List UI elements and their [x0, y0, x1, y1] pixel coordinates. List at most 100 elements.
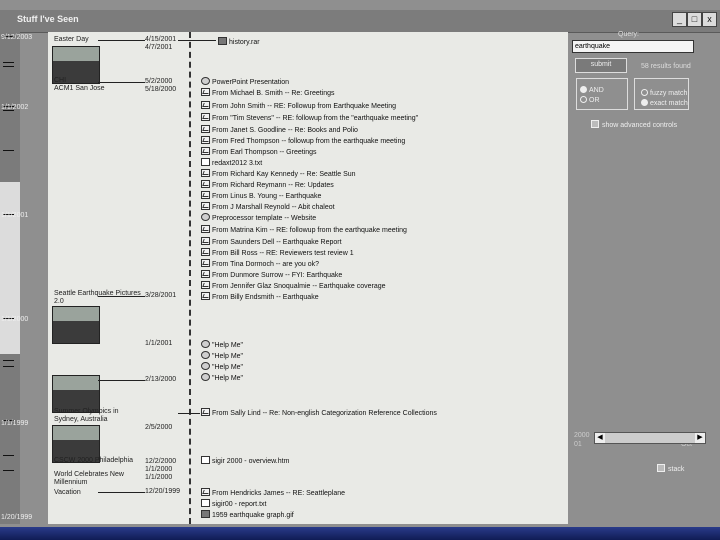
result-item-label: From Earl Thompson -- Greetings: [212, 149, 317, 156]
result-item[interactable]: From Saunders Dell -- Earthquake Report: [201, 237, 342, 247]
result-item[interactable]: From J Marshall Reynold -- Abit chaleot: [201, 202, 335, 212]
connector-line: [178, 40, 216, 41]
result-item[interactable]: "Help Me": [201, 373, 243, 383]
fuzzy-match-radio[interactable]: fuzzy match: [641, 89, 687, 97]
or-radio[interactable]: OR: [580, 96, 600, 104]
result-item[interactable]: PowerPoint Presentation: [201, 77, 289, 87]
submit-button[interactable]: submit: [575, 58, 627, 73]
maximize-button[interactable]: □: [687, 12, 702, 27]
result-item[interactable]: From Tina Dormoch -- are you ok?: [201, 259, 319, 269]
item-date: 12/20/1999: [145, 488, 181, 495]
item-date: 2/13/2000: [145, 376, 177, 383]
result-item[interactable]: Preprocessor template -- Website: [201, 213, 316, 223]
landmark-caption: CHI ACM1 San Jose: [54, 77, 105, 92]
stack-label: stack: [668, 466, 685, 473]
landmark-photo[interactable]: [52, 306, 100, 344]
document-icon: [201, 158, 210, 166]
result-item[interactable]: From Janet S. Goodline -- Re: Books and …: [201, 125, 358, 135]
result-item-label: From Saunders Dell -- Earthquake Report: [212, 239, 342, 246]
email-icon: [201, 225, 210, 233]
result-item[interactable]: From Sally Lind -- Re: Non-english Categ…: [201, 408, 437, 418]
result-item[interactable]: From Linus B. Young -- Earthquake: [201, 191, 321, 201]
advanced-label: show advanced controls: [602, 122, 678, 129]
minimize-button[interactable]: _: [672, 12, 687, 27]
slider-right-arrow-icon[interactable]: ▶: [695, 433, 705, 443]
query-label: Query:: [618, 31, 640, 38]
document-icon: [201, 456, 210, 464]
email-icon: [201, 237, 210, 245]
result-item[interactable]: redaxt2012 3.txt: [201, 158, 262, 168]
email-icon: [201, 136, 210, 144]
result-item[interactable]: history.rar: [218, 37, 260, 47]
result-item[interactable]: From Billy Endsmith -- Earthquake: [201, 292, 319, 302]
result-item-label: From Matrina Kim -- RE: followup from th…: [212, 227, 407, 234]
web-page-icon: [201, 351, 210, 359]
landmark-caption: Summer Olympics in Sydney, Australia: [54, 408, 119, 423]
exact-match-radio[interactable]: exact match: [641, 99, 688, 107]
result-item-label: From Billy Endsmith -- Earthquake: [212, 294, 319, 301]
result-item[interactable]: From Richard Kay Kennedy -- Re: Seattle …: [201, 169, 356, 179]
result-item[interactable]: "Help Me": [201, 362, 243, 372]
email-icon: [201, 180, 210, 188]
timeline-date-label: 1/1/1999: [1, 420, 29, 427]
landmark-caption: Easter Day: [54, 36, 89, 43]
result-item-label: From Bill Ross -- RE: Reviewers test rev…: [212, 250, 354, 257]
result-item[interactable]: "Help Me": [201, 340, 243, 350]
connector-line: [98, 40, 145, 41]
result-item[interactable]: From Matrina Kim -- RE: followup from th…: [201, 225, 407, 235]
web-page-icon: [201, 340, 210, 348]
close-button[interactable]: x: [702, 12, 717, 27]
date-range-slider[interactable]: ◀ ▶: [594, 432, 706, 444]
advanced-controls-toggle[interactable]: show advanced controls: [591, 120, 677, 129]
and-radio[interactable]: AND: [580, 86, 604, 94]
email-icon: [201, 113, 210, 121]
query-input[interactable]: [572, 40, 694, 53]
result-item[interactable]: From Dunmore Surrow -- FYI: Earthquake: [201, 270, 342, 280]
item-date: 4/7/2001: [145, 44, 173, 51]
email-icon: [201, 88, 210, 96]
exact-label: exact match: [650, 100, 688, 107]
result-item-label: "Help Me": [212, 342, 244, 349]
title-bar: Stuff I've Seen _ □ x: [0, 10, 720, 33]
result-item[interactable]: From Earl Thompson -- Greetings: [201, 147, 317, 157]
result-item[interactable]: sigir 2000 - overview.htm: [201, 456, 289, 466]
connector-line: [98, 380, 145, 381]
email-icon: [201, 292, 210, 300]
landmark-caption: Seattle Earthquake Pictures 2.0: [54, 290, 141, 305]
email-icon: [201, 191, 210, 199]
timeline-tick: [3, 150, 14, 151]
result-item[interactable]: From Richard Reymann -- Re: Updates: [201, 180, 334, 190]
timeline-tick: [3, 470, 14, 471]
timeline-date-label: 1/20/1999: [1, 514, 33, 521]
window-title: Stuff I've Seen: [17, 14, 79, 24]
connector-line: [98, 492, 145, 493]
result-item[interactable]: From "Tim Stevens" -- RE: followup from …: [201, 113, 418, 123]
result-item[interactable]: From Michael B. Smith -- Re: Greetings: [201, 88, 335, 98]
stack-toggle[interactable]: stack: [657, 464, 684, 473]
image-file-icon: [218, 37, 227, 45]
or-label: OR: [589, 97, 600, 104]
result-item[interactable]: From Jennifer Glaz Snoqualmie -- Earthqu…: [201, 281, 386, 291]
timeline-tick: [3, 366, 14, 367]
result-item[interactable]: 1959 earthquake graph.gif: [201, 510, 294, 520]
result-item[interactable]: From John Smith -- RE: Followup from Ear…: [201, 101, 396, 111]
result-item[interactable]: sigir00 - report.txt: [201, 499, 266, 509]
web-page-icon: [201, 77, 210, 85]
result-item-label: From Richard Reymann -- Re: Updates: [212, 182, 334, 189]
result-item-label: From Fred Thompson -- followup from the …: [212, 138, 406, 145]
result-item[interactable]: "Help Me": [201, 351, 243, 361]
overview-range-selector[interactable]: [0, 182, 20, 354]
result-item[interactable]: From Fred Thompson -- followup from the …: [201, 136, 405, 146]
result-item[interactable]: From Hendricks James -- RE: Seattleplane: [201, 488, 345, 498]
result-item-label: Preprocessor template -- Website: [212, 215, 317, 222]
checkbox-icon: [657, 464, 665, 472]
item-date: 1/1/2001: [145, 340, 173, 347]
radio-unselected-icon: [580, 96, 587, 103]
landmark-caption: CSCW 2000 Philadelphia: [54, 457, 133, 464]
taskbar: [0, 527, 720, 540]
result-item[interactable]: From Bill Ross -- RE: Reviewers test rev…: [201, 248, 354, 258]
result-item-label: From Tina Dormoch -- are you ok?: [212, 261, 319, 268]
timeline-date-label: 1/1/2000: [1, 316, 29, 323]
slider-left-arrow-icon[interactable]: ◀: [595, 433, 605, 443]
timeline-tick: [3, 360, 14, 361]
